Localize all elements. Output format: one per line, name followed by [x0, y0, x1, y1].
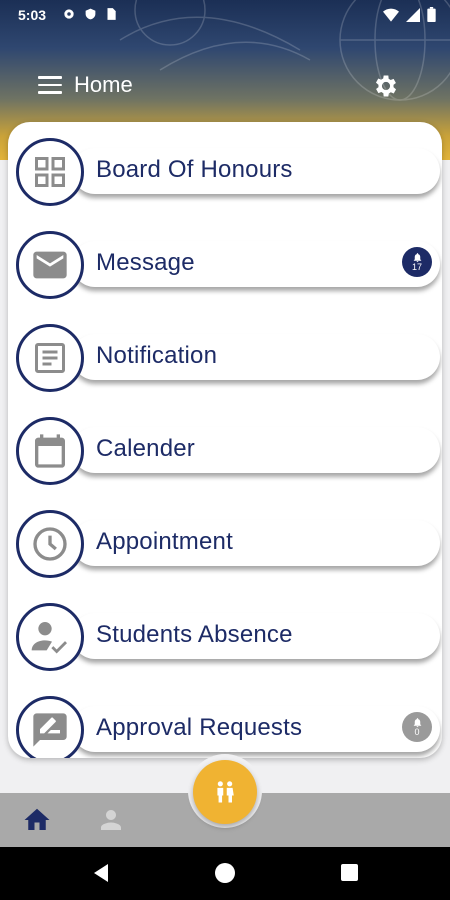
signal-icon	[406, 7, 420, 22]
document-icon	[35, 343, 65, 373]
hamburger-menu-icon[interactable]	[38, 76, 62, 94]
battery-icon	[427, 7, 436, 22]
menu-item-message[interactable]: Message 17	[16, 231, 440, 307]
system-home-button[interactable]	[215, 863, 235, 883]
menu-item-appointment[interactable]: Appointment	[16, 510, 440, 586]
system-navigation-bar	[0, 847, 450, 900]
menu-item-label: Board Of Honours	[96, 156, 293, 183]
family-fab-button[interactable]	[193, 760, 257, 824]
approval-count-badge: 0	[402, 712, 432, 742]
profile-icon[interactable]	[96, 805, 126, 835]
message-count-badge: 17	[402, 247, 432, 277]
menu-item-label: Calender	[96, 435, 195, 462]
status-bar: 5:03	[0, 0, 450, 30]
menu-item-label: Approval Requests	[96, 714, 303, 741]
recent-apps-button[interactable]	[341, 864, 358, 881]
badge-count: 17	[411, 262, 422, 272]
page-title: Home	[74, 72, 133, 97]
menu-item-students-absence[interactable]: Students Absence	[16, 603, 440, 679]
menu-item-board-of-honours[interactable]: Board Of Honours	[16, 138, 440, 214]
home-icon[interactable]	[22, 805, 52, 835]
clock-icon	[33, 527, 67, 561]
status-time: 5:03	[18, 7, 47, 23]
back-icon[interactable]	[92, 863, 110, 883]
family-icon	[217, 781, 234, 803]
sim-card-icon	[107, 8, 116, 20]
menu-item-icon-circle	[16, 510, 84, 578]
gear-icon[interactable]	[372, 72, 400, 100]
menu-item-calender[interactable]: Calender	[16, 417, 440, 493]
menu-item-label: Notification	[96, 342, 218, 369]
calendar-icon	[35, 434, 65, 468]
shield-status-icon	[85, 8, 96, 20]
menu-item-label: Message	[96, 249, 195, 276]
grid-icon	[35, 157, 65, 187]
menu-item-approval-requests[interactable]: Approval Requests 0	[16, 696, 440, 758]
menu-item-icon-circle	[16, 231, 84, 299]
user-check-icon	[31, 622, 67, 654]
menu-item-icon-circle	[16, 324, 84, 392]
status-icons-left	[62, 7, 117, 21]
edit-message-icon	[33, 713, 67, 747]
menu-item-label: Appointment	[96, 528, 233, 555]
menu-item-notification[interactable]: Notification	[16, 324, 440, 400]
menu-item-icon-circle	[16, 696, 84, 758]
status-icons-right	[383, 7, 436, 22]
badge-count: 0	[414, 727, 420, 737]
menu-item-icon-circle	[16, 603, 84, 671]
wifi-icon	[383, 8, 399, 22]
mail-icon	[33, 251, 67, 279]
settings-status-icon	[64, 9, 74, 19]
menu-item-icon-circle	[16, 138, 84, 206]
menu-item-label: Students Absence	[96, 621, 293, 648]
menu-item-icon-circle	[16, 417, 84, 485]
menu-card: Board Of Honours Message 17 Notification…	[8, 122, 442, 758]
